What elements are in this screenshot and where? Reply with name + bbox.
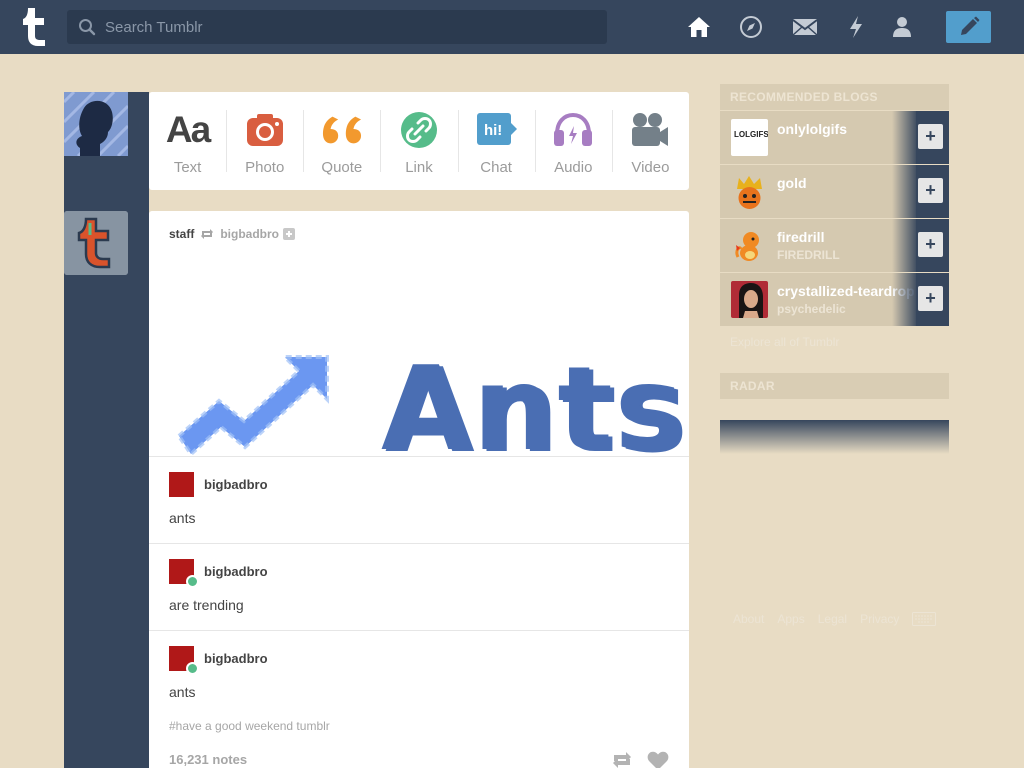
explore-link[interactable]: Explore all of Tumblr [730, 335, 839, 349]
footer-legal-link[interactable]: Legal [818, 612, 847, 626]
staff-avatar[interactable] [64, 211, 128, 275]
reblog-avatar[interactable] [169, 646, 199, 675]
text-icon: Aa [165, 109, 211, 150]
follow-area: + [916, 219, 949, 272]
post-video-button[interactable]: Video [611, 92, 689, 190]
fade-overlay [892, 273, 918, 326]
post-type-label: Link [405, 159, 433, 176]
post-quote-button[interactable]: Quote [303, 92, 380, 190]
blog-avatar: LOLGIFS.NET [731, 119, 768, 156]
home-icon[interactable] [685, 13, 713, 41]
post-type-label: Chat [480, 159, 512, 176]
footer-apps-link[interactable]: Apps [777, 612, 804, 626]
compass-icon[interactable] [737, 13, 765, 41]
post-photo-button[interactable]: Photo [226, 92, 303, 190]
reblogged-from-user[interactable]: bigbadbro [220, 227, 279, 241]
post-header: staff bigbadbro [169, 227, 296, 241]
post-audio-button[interactable]: Audio [534, 92, 612, 190]
search-bar[interactable] [67, 10, 607, 44]
recommended-blogs-list: LOLGIFS.NET onlylolgifs + gold + firedri… [720, 111, 949, 327]
recommended-blog-item[interactable]: crystallized-teardrops psychedelic + [720, 273, 949, 327]
recommended-blog-item[interactable]: LOLGIFS.NET onlylolgifs + [720, 111, 949, 165]
recommended-blog-item[interactable]: gold + [720, 165, 949, 219]
keyboard-icon[interactable] [912, 612, 937, 626]
reblog-text: ants [169, 684, 196, 700]
follow-area: + [916, 111, 949, 164]
follow-plus-icon[interactable]: + [918, 232, 943, 257]
reblog-small-icon [201, 229, 214, 239]
follow-area: + [916, 273, 949, 326]
mail-icon[interactable] [791, 13, 819, 41]
top-bar [0, 0, 1024, 54]
compose-button[interactable] [946, 11, 991, 43]
post-image[interactable]: Ants Ants [149, 261, 689, 479]
follow-plus-icon[interactable]: + [918, 286, 943, 311]
post-type-label: Video [631, 159, 670, 176]
person-icon[interactable] [888, 13, 916, 41]
quote-icon [322, 110, 362, 150]
fade-overlay [892, 165, 918, 218]
blog-avatar [731, 281, 768, 318]
post-author[interactable]: staff [169, 227, 194, 241]
reblog-badge-icon [186, 575, 199, 588]
link-icon [399, 110, 439, 150]
tumblr-logo-icon[interactable] [17, 6, 51, 48]
dashboard-post: staff bigbadbro Ants Ants bigbadbro ants… [149, 211, 689, 768]
post-chat-button[interactable]: hi! Chat [457, 92, 535, 190]
post-type-label: Audio [554, 159, 593, 176]
reblog-icon[interactable] [611, 751, 633, 768]
reblog-entry: bigbadbro ants [149, 456, 689, 543]
follow-plus-icon[interactable] [283, 228, 296, 240]
post-type-label: Text [173, 159, 202, 176]
reblog-entry: bigbadbro ants [149, 630, 689, 717]
blog-avatar [731, 173, 768, 210]
reblog-username[interactable]: bigbadbro [204, 651, 268, 666]
headphones-icon [553, 110, 593, 150]
notes-count[interactable]: 16,231 notes [169, 752, 247, 767]
follow-plus-icon[interactable]: + [918, 124, 943, 149]
camera-icon [245, 110, 285, 150]
user-avatar[interactable] [64, 92, 128, 156]
reblog-text: are trending [169, 597, 244, 613]
reblog-avatar[interactable] [169, 559, 199, 588]
recommended-blogs-header: RECOMMENDED BLOGS [720, 84, 949, 110]
radar-content[interactable] [720, 420, 949, 454]
heart-icon[interactable] [647, 751, 669, 768]
image-text: Ants [381, 342, 686, 456]
dashboard-rail [64, 92, 149, 768]
lightning-icon[interactable] [842, 13, 870, 41]
fade-overlay [892, 219, 918, 272]
fade-overlay [892, 111, 918, 164]
radar-header: RADAR [720, 373, 949, 399]
recommended-blog-item[interactable]: firedrill FIREDRILL + [720, 219, 949, 273]
follow-plus-icon[interactable]: + [918, 178, 943, 203]
reblog-text: ants [169, 510, 196, 526]
reblog-username[interactable]: bigbadbro [204, 477, 268, 492]
search-icon [79, 19, 96, 36]
footer-links: About Apps Legal Privacy [733, 612, 937, 626]
post-tags[interactable]: #have a good weekend tumblr [169, 719, 330, 733]
video-camera-icon [630, 110, 670, 150]
post-type-label: Photo [245, 159, 285, 176]
chat-icon: hi! [476, 110, 518, 150]
trending-arrow-icon [176, 355, 329, 458]
post-link-button[interactable]: Link [380, 92, 457, 190]
blog-avatar [731, 227, 768, 264]
pencil-icon [960, 16, 979, 35]
post-text-button[interactable]: Aa Text [149, 92, 226, 190]
footer-about-link[interactable]: About [733, 612, 764, 626]
post-type-selector: Aa Text Photo Quote Link hi! Chat Audio [149, 92, 689, 190]
reblog-username[interactable]: bigbadbro [204, 564, 268, 579]
post-type-label: Quote [321, 159, 363, 176]
search-input[interactable] [105, 10, 595, 44]
reblog-avatar[interactable] [169, 472, 194, 497]
reblog-badge-icon [186, 662, 199, 675]
reblog-entry: bigbadbro are trending [149, 543, 689, 630]
footer-privacy-link[interactable]: Privacy [860, 612, 899, 626]
follow-area: + [916, 165, 949, 218]
